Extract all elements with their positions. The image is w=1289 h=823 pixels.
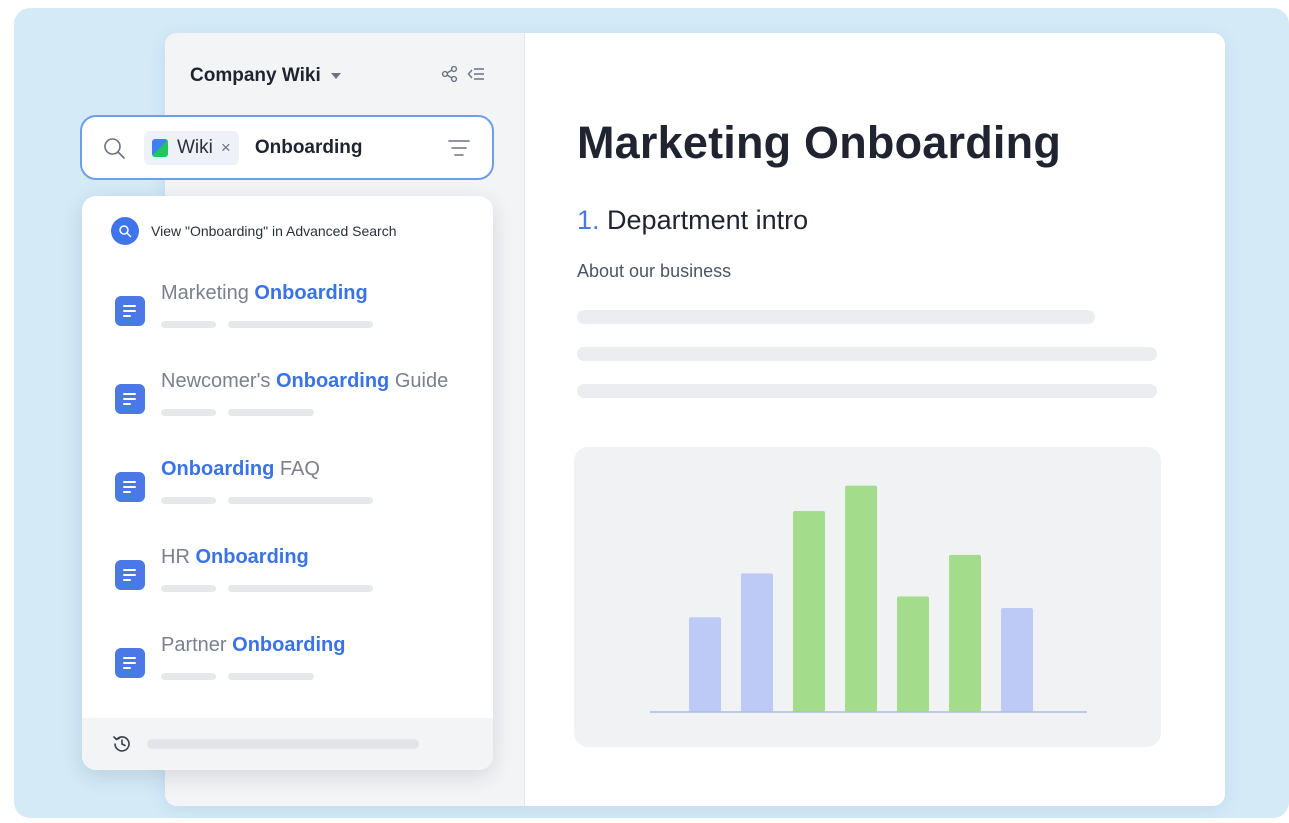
result-preview-placeholder	[161, 585, 373, 592]
search-result-title: Newcomer's Onboarding Guide	[161, 370, 448, 393]
advanced-search-link[interactable]: View "Onboarding" in Advanced Search	[111, 217, 397, 245]
search-icon	[104, 137, 125, 159]
search-result-item[interactable]: Onboarding FAQ	[82, 458, 493, 528]
history-icon	[113, 736, 130, 752]
result-match: Onboarding	[161, 458, 275, 480]
search-result-item[interactable]: Marketing Onboarding	[82, 282, 493, 352]
search-result-item[interactable]: Newcomer's Onboarding Guide	[82, 370, 493, 440]
result-match: Onboarding	[275, 370, 390, 392]
search-result-title: Onboarding FAQ	[161, 458, 320, 481]
section-title: Department intro	[607, 205, 809, 235]
collapse-sidebar-icon[interactable]	[467, 65, 485, 83]
search-result-title: Partner Onboarding	[161, 634, 345, 657]
chart-bar	[1001, 608, 1033, 712]
result-match: Onboarding	[195, 546, 309, 568]
result-text: Marketing	[161, 282, 255, 304]
result-text: FAQ	[274, 458, 320, 480]
search-bar[interactable]: Wiki × Onboarding	[80, 115, 494, 180]
chart-card	[574, 447, 1161, 747]
chart-bar	[793, 511, 825, 712]
search-result-item[interactable]: Partner Onboarding	[82, 634, 493, 704]
text-placeholder-line	[577, 347, 1157, 361]
chart-bar	[845, 485, 877, 712]
recent-searches-footer[interactable]	[82, 718, 493, 770]
search-result-title: HR Onboarding	[161, 546, 309, 569]
share-icon[interactable]	[441, 65, 459, 83]
sidebar-header-actions	[441, 65, 485, 83]
workspace-name: Company Wiki	[190, 65, 321, 86]
bar-chart	[650, 485, 1087, 713]
text-placeholder-line	[577, 310, 1095, 324]
document-icon	[115, 296, 145, 326]
close-icon[interactable]: ×	[221, 138, 231, 158]
result-text: Newcomer's	[161, 370, 276, 392]
result-preview-placeholder	[161, 321, 373, 328]
text-placeholder-line	[577, 384, 1157, 398]
search-result-item[interactable]: HR Onboarding	[82, 546, 493, 616]
workspace-switcher[interactable]: Company Wiki	[190, 63, 341, 89]
document-icon	[115, 384, 145, 414]
scope-chip-label: Wiki	[177, 136, 213, 158]
result-text: Partner	[161, 634, 233, 656]
search-result-title: Marketing Onboarding	[161, 282, 368, 305]
result-match: Onboarding	[254, 282, 368, 304]
recent-search-placeholder	[147, 739, 419, 749]
result-match: Onboarding	[232, 634, 346, 656]
search-input[interactable]: Onboarding	[255, 137, 363, 159]
advanced-search-label: View "Onboarding" in Advanced Search	[151, 223, 397, 239]
page-title: Marketing Onboarding	[577, 117, 1062, 168]
filter-icon[interactable]	[448, 137, 470, 159]
chart-bar	[897, 596, 929, 712]
advanced-search-icon	[111, 217, 139, 245]
chart-bar	[949, 554, 981, 712]
section-number: 1.	[577, 205, 600, 235]
wiki-logo-icon	[152, 138, 168, 157]
document-icon	[115, 648, 145, 678]
scope-chip[interactable]: Wiki ×	[144, 130, 239, 165]
search-results-dropdown: View "Onboarding" in Advanced Search Mar…	[82, 196, 493, 770]
result-text: HR	[161, 546, 196, 568]
result-preview-placeholder	[161, 497, 373, 504]
result-preview-placeholder	[161, 409, 314, 416]
chart-bar	[741, 573, 773, 712]
section-heading: 1. Department intro	[577, 205, 808, 236]
chevron-down-icon	[330, 73, 341, 79]
result-preview-placeholder	[161, 673, 314, 680]
document-icon	[115, 472, 145, 502]
chart-bar	[689, 617, 721, 712]
document-icon	[115, 560, 145, 590]
section-subtitle: About our business	[577, 261, 732, 281]
result-text: Guide	[389, 370, 449, 392]
